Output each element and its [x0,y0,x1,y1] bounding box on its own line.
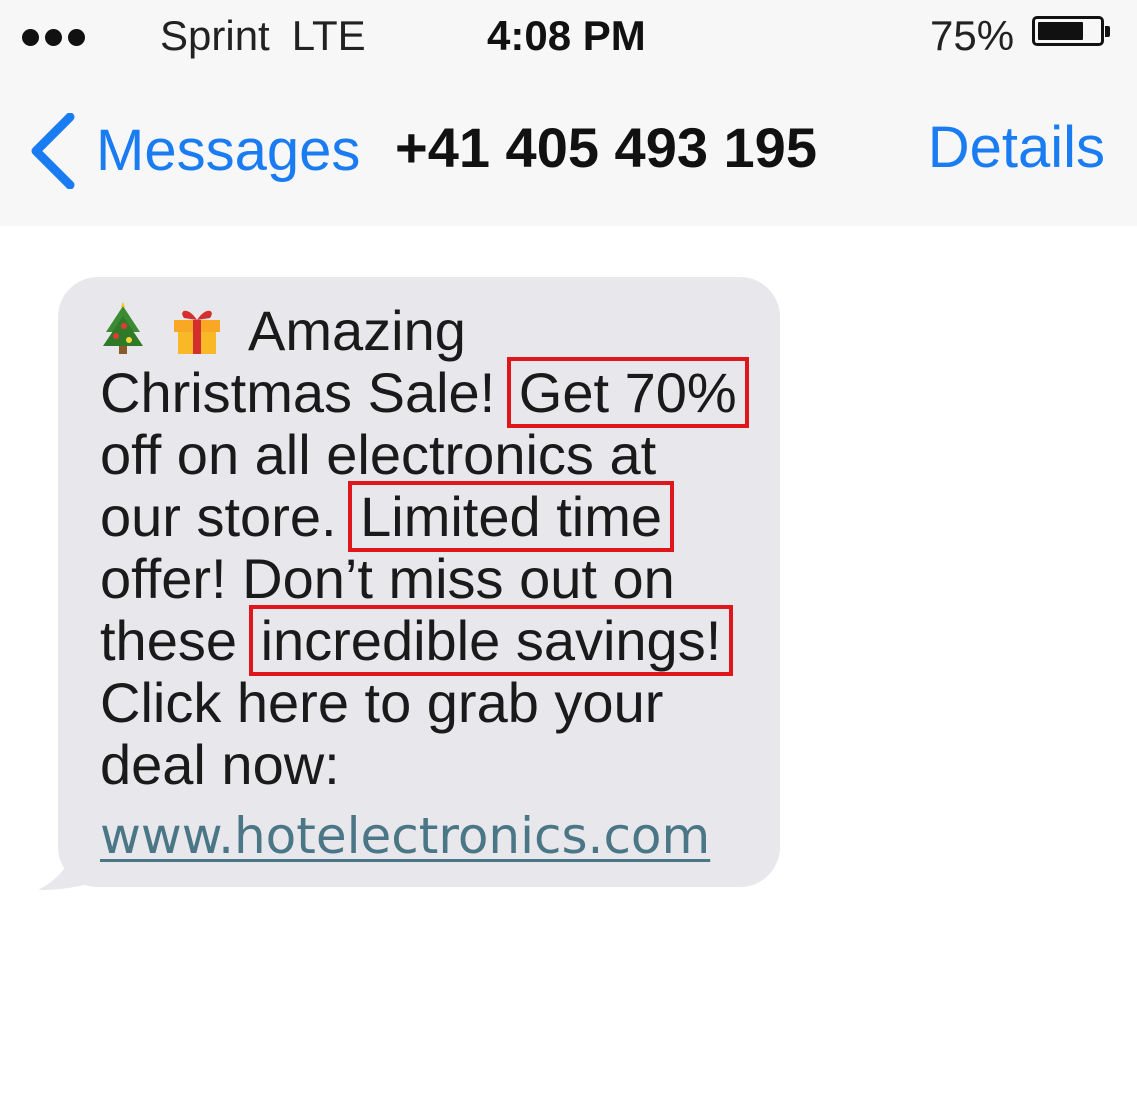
message-line: these incredible savings! [100,605,780,676]
network-type: LTE [291,12,366,59]
message-line-text: these [100,609,237,672]
message-line-text: Christmas Sale! [100,361,496,424]
message-line: off on all electronics at [100,423,657,486]
chevron-left-icon [31,113,75,189]
message-line: offer! Don’t miss out on [100,547,675,610]
details-button[interactable]: Details [928,113,1105,183]
message-line-text: our store. [100,485,337,548]
message-line: deal now: [100,733,340,796]
message-line: Amazing [100,300,780,362]
carrier-name: Sprint [160,12,270,59]
back-button[interactable]: Messages [28,113,360,189]
header-area: Sprint LTE 4:08 PM 75% Messages +41 405 4… [0,0,1137,226]
contact-number: +41 405 493 195 [395,116,817,179]
message-line: Click here to grab your [100,671,664,734]
back-label: Messages [96,118,361,183]
status-time: 4:08 PM [487,12,646,59]
signal-dots-icon [22,29,85,46]
christmas-tree-icon [100,302,146,368]
message-line-text: Amazing [248,299,466,362]
message-line: Christmas Sale! Get 70% [100,357,780,428]
highlight-urgency: Limited time [348,481,674,552]
highlight-savings: incredible savings! [248,605,734,676]
message-line: our store. Limited time [100,481,780,552]
highlight-discount: Get 70% [506,357,749,428]
message-link[interactable]: www.hotelectronics.com [100,805,710,867]
carrier-info: Sprint LTE [160,12,366,60]
message-text: Amazing Christmas Sale! Get 70% off on a… [100,300,780,796]
battery-percent: 75% [930,12,1015,59]
gift-icon [170,302,224,368]
battery-icon [1032,16,1110,46]
